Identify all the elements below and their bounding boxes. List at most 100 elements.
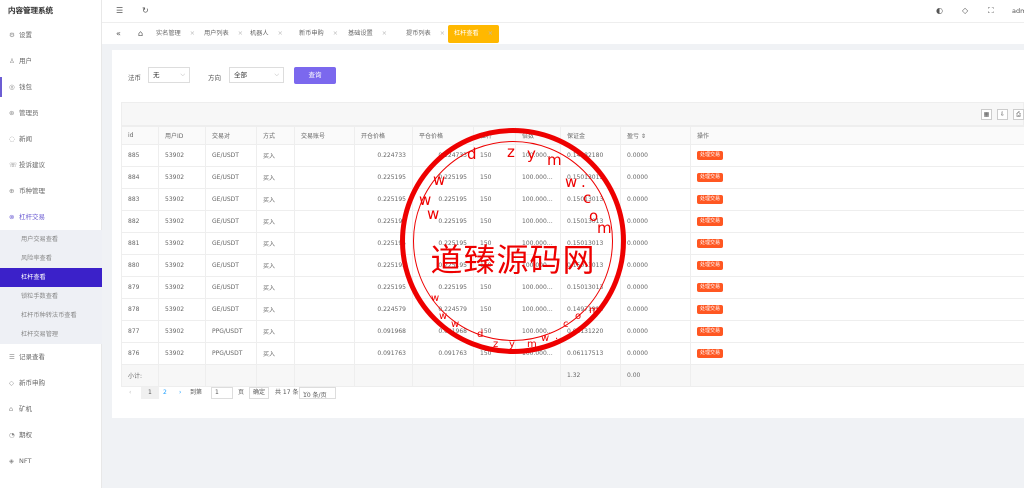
tab-6[interactable]: 杠杆查看 × bbox=[448, 25, 499, 43]
watermark-letter: w bbox=[541, 333, 550, 344]
next-page-icon[interactable]: › bbox=[179, 385, 181, 401]
table-cell: 0.225195 bbox=[354, 166, 413, 189]
gear-icon: ⚙ bbox=[9, 31, 15, 39]
summary-cell bbox=[473, 364, 516, 387]
close-icon[interactable]: × bbox=[278, 30, 283, 37]
tab-1[interactable]: 用户列表 × bbox=[198, 25, 249, 43]
submenu-item[interactable]: 用户交易查看 bbox=[0, 230, 102, 249]
close-icon[interactable]: × bbox=[238, 30, 243, 37]
user-name[interactable]: adm bbox=[1012, 7, 1024, 15]
process-trade-button[interactable]: 处理交易 bbox=[697, 239, 724, 248]
tab-4[interactable]: 基础设置 × bbox=[342, 25, 393, 43]
table-cell bbox=[294, 144, 355, 167]
process-trade-button[interactable]: 处理交易 bbox=[697, 349, 724, 358]
process-trade-button[interactable]: 处理交易 bbox=[697, 217, 724, 226]
sidebar-item-gear[interactable]: ⚙ 设置 bbox=[0, 22, 102, 48]
tab-0[interactable]: 实名管理 × bbox=[150, 25, 201, 43]
miner-icon: ⌂ bbox=[9, 405, 14, 413]
table-cell: 0.0000 bbox=[620, 144, 691, 167]
sidebar-item-record[interactable]: ☰ 记录查看 bbox=[0, 344, 102, 370]
close-icon[interactable]: × bbox=[488, 30, 493, 37]
action-cell: 处理交易 bbox=[690, 188, 1024, 211]
sidebar: 内容管理系统 ⚙ 设置 ♙ 用户 ◎ 钱包 ⊛ 管理员 ◌ 新闻 ☏ 投诉建议 ⊕ 币种管理 ⊗ 杠杆交易 用户… bbox=[0, 0, 102, 488]
tab-2[interactable]: 机器人 × bbox=[244, 25, 289, 43]
tab-3[interactable]: 新币申购 × bbox=[293, 25, 344, 43]
process-trade-button[interactable]: 处理交易 bbox=[697, 283, 724, 292]
sidebar-item-option[interactable]: ◔ 期权 bbox=[0, 422, 102, 448]
prev-page-icon[interactable]: ‹ bbox=[129, 385, 131, 401]
column-header: 方式 bbox=[256, 126, 295, 145]
theme-icon[interactable]: ◐ bbox=[936, 6, 943, 15]
submenu-item[interactable]: 锁粒手数查看 bbox=[0, 287, 102, 306]
column-header: 保证金 bbox=[560, 126, 621, 145]
table-cell: GE/USDT bbox=[205, 188, 257, 211]
sidebar-item-user[interactable]: ♙ 用户 bbox=[0, 48, 102, 74]
direction-select[interactable]: 全部 ⌵ bbox=[229, 67, 284, 83]
refresh-icon[interactable]: ↻ bbox=[142, 6, 149, 15]
columns-icon[interactable]: ▦ bbox=[981, 109, 992, 120]
action-cell: 处理交易 bbox=[690, 320, 1024, 343]
table-cell: 0.0000 bbox=[620, 342, 691, 365]
fullscreen-icon[interactable]: ⛶ bbox=[988, 6, 994, 16]
table-cell: GE/USDT bbox=[205, 232, 257, 255]
page-1[interactable]: 1 bbox=[141, 387, 159, 399]
sidebar-item-news[interactable]: ◌ 新闻 bbox=[0, 126, 102, 152]
sidebar-item-admin[interactable]: ⊛ 管理员 bbox=[0, 100, 102, 126]
news-icon: ◌ bbox=[9, 135, 15, 143]
sidebar-item-label: 矿机 bbox=[19, 405, 32, 413]
watermark-letter: w bbox=[439, 311, 448, 322]
watermark-letter: o bbox=[575, 311, 582, 322]
page-2[interactable]: 2 bbox=[163, 385, 167, 401]
goto-confirm-button[interactable]: 确定 bbox=[249, 387, 270, 399]
table-cell: 0.0000 bbox=[620, 166, 691, 189]
tab-5[interactable]: 提币列表 × bbox=[400, 25, 451, 43]
table-cell: PPG/USDT bbox=[205, 320, 257, 343]
column-header[interactable]: 盈亏 ⇕ bbox=[620, 126, 691, 145]
process-trade-button[interactable]: 处理交易 bbox=[697, 327, 724, 336]
per-page-select[interactable]: 10 条/页 ⌵ bbox=[299, 387, 336, 399]
sidebar-item-nft[interactable]: ◈ NFT bbox=[0, 448, 102, 474]
process-trade-button[interactable]: 处理交易 bbox=[697, 305, 724, 314]
sidebar-item-new-coin[interactable]: ◇ 新币申购 bbox=[0, 370, 102, 396]
sidebar-item-miner[interactable]: ⌂ 矿机 bbox=[0, 396, 102, 422]
column-header: 交易对 bbox=[205, 126, 257, 145]
tag-icon[interactable]: ◇ bbox=[962, 6, 968, 15]
watermark-letter: w bbox=[451, 319, 460, 330]
close-icon[interactable]: × bbox=[382, 30, 387, 37]
table-cell: GE/USDT bbox=[205, 210, 257, 233]
tabs-prev-icon[interactable]: « bbox=[110, 25, 127, 43]
legal-select[interactable]: 无 ⌵ bbox=[148, 67, 190, 83]
process-trade-button[interactable]: 处理交易 bbox=[697, 151, 724, 160]
home-icon[interactable]: ⌂ bbox=[132, 25, 149, 43]
menu-toggle-icon[interactable]: ☰ bbox=[116, 6, 123, 15]
sidebar-item-leverage[interactable]: ⊗ 杠杆交易 bbox=[0, 204, 102, 230]
summary-cell bbox=[354, 364, 413, 387]
column-header: 开仓价格 bbox=[354, 126, 413, 145]
process-trade-button[interactable]: 处理交易 bbox=[697, 173, 724, 182]
action-cell: 处理交易 bbox=[690, 276, 1024, 299]
process-trade-button[interactable]: 处理交易 bbox=[697, 261, 724, 270]
sidebar-item-label: 设置 bbox=[19, 31, 32, 39]
close-icon[interactable]: × bbox=[190, 30, 195, 37]
sidebar-item-wallet[interactable]: ◎ 钱包 bbox=[0, 74, 102, 100]
table-cell: 880 bbox=[121, 254, 159, 277]
submenu-item[interactable]: 杠杆查看 bbox=[0, 268, 102, 287]
close-icon[interactable]: × bbox=[333, 30, 338, 37]
sidebar-item-coin[interactable]: ⊕ 币种管理 bbox=[0, 178, 102, 204]
table-cell: 买入 bbox=[256, 166, 295, 189]
process-trade-button[interactable]: 处理交易 bbox=[697, 195, 724, 204]
export-icon[interactable]: ⇩ bbox=[997, 109, 1008, 120]
close-icon[interactable]: × bbox=[440, 30, 445, 37]
table-cell: 53902 bbox=[158, 210, 206, 233]
search-button[interactable]: 查询 bbox=[294, 67, 336, 84]
admin-icon: ⊛ bbox=[9, 109, 15, 117]
summary-cell: 0.00 bbox=[620, 364, 691, 387]
submenu-item[interactable]: 风险率查看 bbox=[0, 249, 102, 268]
goto-page-input[interactable]: 1 bbox=[211, 387, 233, 399]
sidebar-item-label: 记录查看 bbox=[19, 353, 45, 361]
sidebar-item-feedback[interactable]: ☏ 投诉建议 bbox=[0, 152, 102, 178]
table-cell: 883 bbox=[121, 188, 159, 211]
print-icon[interactable]: ⎙ bbox=[1013, 109, 1024, 120]
submenu-item[interactable]: 杠杆交易管理 bbox=[0, 325, 102, 344]
submenu-item[interactable]: 杠杆币种转法币查看 bbox=[0, 306, 102, 325]
